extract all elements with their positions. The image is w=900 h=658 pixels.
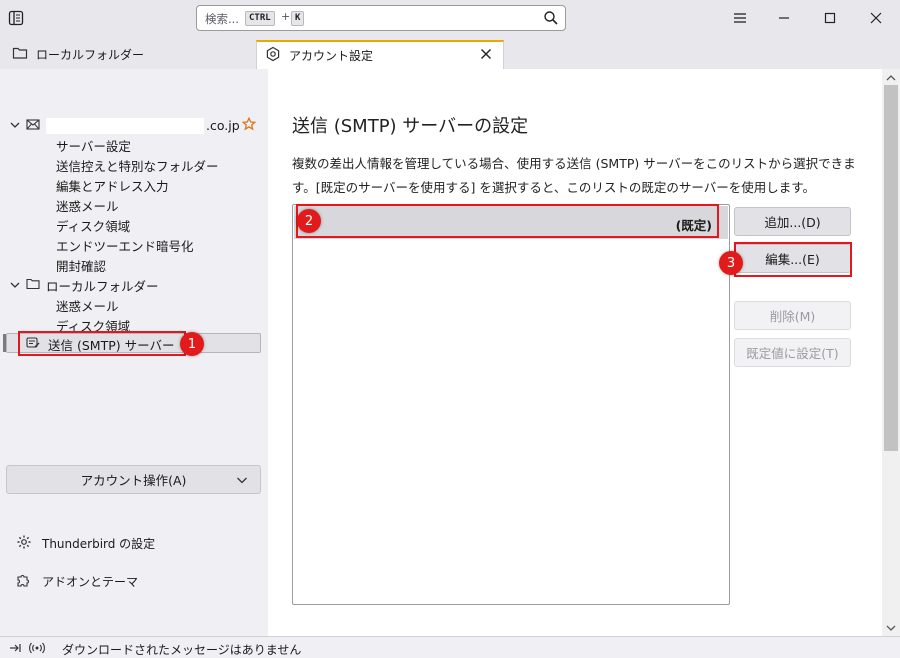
sidebar-item-copies-folders[interactable]: 送信控えと特別なフォルダー	[56, 155, 219, 175]
tab-bar: ローカルフォルダー アカウント設定	[0, 36, 900, 69]
sidebar-item-label: サーバー設定	[56, 138, 131, 154]
scroll-up-icon[interactable]	[886, 72, 896, 82]
sidebar-item-junk[interactable]: 迷惑メール	[56, 195, 119, 215]
page-title: 送信 (SMTP) サーバーの設定	[292, 116, 529, 137]
sidebar-item-disk-space[interactable]: ディスク領域	[56, 215, 130, 235]
account-actions-button[interactable]: アカウント操作(A)	[6, 465, 261, 494]
page-description: 複数の差出人情報を管理している場合、使用する送信 (SMTP) サーバーをこのリ…	[292, 156, 856, 195]
tab-label: ローカルフォルダー	[36, 48, 145, 62]
sidebar-toggle-icon[interactable]	[6, 8, 26, 28]
mail-icon	[26, 117, 40, 131]
account-actions-label: アカウント操作(A)	[80, 473, 187, 488]
minimize-icon[interactable]	[774, 8, 794, 28]
button-label: 既定値に設定(T)	[746, 346, 839, 361]
shortcut-plus: +	[281, 10, 291, 23]
annotation-badge-2: 2	[297, 209, 321, 233]
button-label: 追加...(D)	[764, 215, 821, 230]
add-server-button[interactable]: 追加...(D)	[734, 207, 851, 236]
scroll-down-icon[interactable]	[886, 622, 896, 632]
sidebar-item-local-junk[interactable]: 迷惑メール	[56, 295, 119, 315]
sidebar-item-return-receipts[interactable]: 開封確認	[56, 255, 106, 275]
title-bar: 検索... CTRL + K	[0, 0, 900, 36]
puzzle-icon	[16, 572, 32, 591]
button-label: 削除(M)	[769, 309, 816, 324]
vertical-scrollbar[interactable]	[882, 69, 900, 636]
annotation-badge-1: 1	[180, 332, 204, 356]
annotation-badge-3: 3	[719, 251, 743, 275]
maximize-icon[interactable]	[820, 8, 840, 28]
annotation-highlight-edit	[734, 242, 852, 277]
status-bar: ダウンロードされたメッセージはありません	[0, 636, 900, 658]
folder-icon	[26, 277, 40, 291]
tab-account-settings[interactable]: アカウント設定	[256, 40, 504, 69]
search-icon[interactable]	[543, 10, 559, 26]
annotation-highlight-smtp	[18, 331, 186, 356]
sidebar-item-label: 送信控えと特別なフォルダー	[56, 158, 219, 174]
annotation-highlight-server-row	[296, 204, 719, 238]
sidebar-item-label: 迷惑メール	[56, 198, 119, 214]
app-menu-icon[interactable]	[730, 8, 750, 28]
addons-themes-link[interactable]: アドオンとテーマ	[16, 571, 138, 591]
close-window-icon[interactable]	[866, 8, 886, 28]
sidebar-item-label: 迷惑メール	[56, 298, 119, 314]
shortcut-k-key: K	[291, 11, 305, 26]
smtp-settings-pane: 送信 (SMTP) サーバーの設定 複数の差出人情報を管理している場合、使用する…	[268, 69, 882, 636]
chevron-down-icon[interactable]	[10, 119, 20, 129]
tab-local-folders[interactable]: ローカルフォルダー	[0, 40, 250, 69]
smtp-server-list[interactable]: (既定)	[292, 204, 730, 605]
scrollbar-thumb[interactable]	[884, 85, 898, 451]
thunderbird-settings-link[interactable]: Thunderbird の設定	[16, 533, 155, 553]
folder-icon	[12, 46, 28, 63]
star-icon	[241, 116, 257, 131]
sidebar-item-label: 編集とアドレス入力	[56, 178, 169, 194]
tab-label: アカウント設定	[289, 49, 374, 63]
chevron-down-icon	[236, 474, 248, 486]
account-root-item[interactable]: .co.jp	[206, 115, 240, 135]
sidebar-item-e2e-encryption[interactable]: エンドツーエンド暗号化	[56, 235, 194, 255]
chevron-down-icon[interactable]	[10, 279, 20, 289]
addons-themes-label: アドオンとテーマ	[42, 574, 139, 589]
online-status-icon[interactable]	[28, 640, 46, 658]
collapse-pane-icon[interactable]	[8, 641, 22, 658]
sidebar-item-local-folders[interactable]: ローカルフォルダー	[46, 275, 159, 295]
thunderbird-settings-label: Thunderbird の設定	[42, 536, 156, 551]
redacted-account-name	[46, 118, 204, 134]
set-default-button[interactable]: 既定値に設定(T)	[734, 338, 851, 367]
sidebar-item-label: 開封確認	[56, 258, 107, 274]
sidebar-item-server-settings[interactable]: サーバー設定	[56, 135, 131, 155]
search-placeholder: 検索...	[205, 12, 239, 26]
sidebar-item-label: ローカルフォルダー	[46, 278, 159, 294]
global-search-input[interactable]: 検索... CTRL + K	[196, 5, 566, 31]
gear-icon	[16, 534, 32, 553]
delete-server-button[interactable]: 削除(M)	[734, 301, 851, 330]
status-message: ダウンロードされたメッセージはありません	[62, 643, 302, 657]
shortcut-ctrl-key: CTRL	[245, 11, 275, 26]
sidebar-item-label: ディスク領域	[56, 218, 131, 234]
account-domain: .co.jp	[206, 117, 240, 133]
sidebar-item-composition[interactable]: 編集とアドレス入力	[56, 175, 169, 195]
settings-icon	[265, 46, 281, 65]
close-tab-icon[interactable]	[479, 47, 493, 61]
sidebar-item-label: エンドツーエンド暗号化	[56, 238, 194, 254]
